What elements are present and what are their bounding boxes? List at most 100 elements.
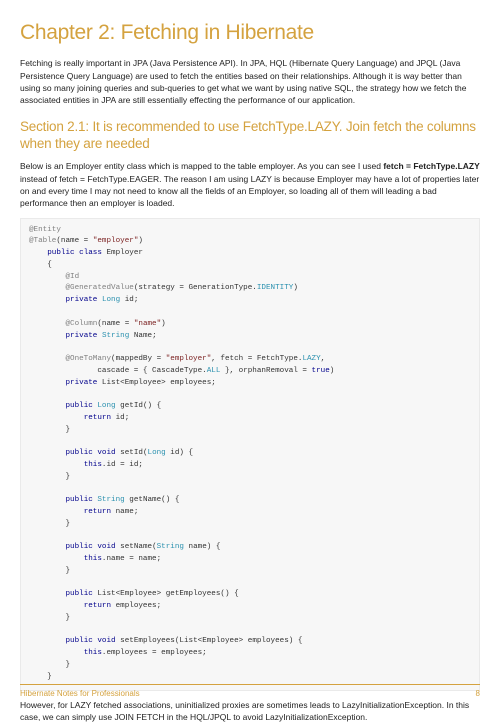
code-token: public	[65, 590, 92, 598]
code-token	[29, 637, 65, 645]
code-token: (name =	[97, 320, 133, 328]
code-line: @Entity	[29, 226, 61, 234]
code-line: }	[29, 426, 70, 434]
code-token	[29, 402, 65, 410]
section-intro-bold: fetch = FetchType.LAZY	[383, 161, 479, 171]
page-footer: Hibernate Notes for Professionals 8	[20, 684, 480, 699]
code-token: )	[161, 320, 166, 328]
code-token: @Column	[29, 320, 97, 328]
code-token: LAZY	[302, 355, 320, 363]
code-line: }	[29, 661, 70, 669]
code-token: void	[97, 449, 115, 457]
code-token: "employer"	[166, 355, 212, 363]
code-token: @OneToMany	[29, 355, 111, 363]
code-token: this	[84, 555, 102, 563]
chapter-title: Chapter 2: Fetching in Hibernate	[20, 18, 480, 47]
code-token	[29, 379, 65, 387]
code-line: }	[29, 567, 70, 575]
code-token	[29, 249, 47, 257]
code-token: return	[84, 414, 111, 422]
code-token: private	[65, 379, 97, 387]
code-token: public	[65, 402, 92, 410]
code-token: }, orphanRemoval =	[220, 367, 311, 375]
code-token: return	[84, 602, 111, 610]
code-token: name;	[111, 508, 138, 516]
code-token: .name = name;	[102, 555, 161, 563]
code-token: ,	[321, 355, 326, 363]
code-token	[29, 649, 84, 657]
code-token: Long	[102, 296, 120, 304]
section-intro-prefix: Below is an Employer entity class which …	[20, 161, 383, 171]
code-token: id) {	[166, 449, 193, 457]
code-token: private	[65, 332, 97, 340]
code-line: }	[29, 673, 52, 681]
code-token: getName() {	[125, 496, 180, 504]
code-token: "employer"	[93, 237, 139, 245]
code-token: public	[65, 449, 92, 457]
code-token: this	[84, 649, 102, 657]
code-token	[29, 555, 84, 563]
code-token	[29, 508, 84, 516]
code-token	[29, 496, 65, 504]
code-token: String	[157, 543, 184, 551]
code-token: .employees = employees;	[102, 649, 207, 657]
code-token: employees;	[111, 602, 161, 610]
code-token: public	[65, 637, 92, 645]
code-token: Employer	[102, 249, 143, 257]
code-token: void	[97, 543, 115, 551]
code-token: (mappedBy =	[111, 355, 166, 363]
code-token: "name"	[134, 320, 161, 328]
closing-paragraph: However, for LAZY fetched associations, …	[20, 699, 480, 723]
code-token: class	[79, 249, 102, 257]
code-token: private	[65, 296, 97, 304]
code-token	[29, 590, 65, 598]
code-token: setEmployees(List<Employee> employees) {	[116, 637, 303, 645]
code-token: (name =	[56, 237, 92, 245]
code-token: ALL	[207, 367, 221, 375]
code-block: @Entity @Table(name = "employer") public…	[20, 218, 480, 691]
code-token	[29, 414, 84, 422]
code-token	[29, 602, 84, 610]
code-token: this	[84, 461, 102, 469]
section-intro-suffix: instead of fetch = FetchType.EAGER. The …	[20, 174, 479, 209]
code-token: @Table	[29, 237, 56, 245]
footer-page-number: 8	[476, 688, 480, 699]
code-line: @Id	[29, 273, 79, 281]
code-token: )	[330, 367, 335, 375]
intro-paragraph: Fetching is really important in JPA (Jav…	[20, 57, 480, 106]
code-token: id;	[111, 414, 129, 422]
code-token: , fetch = FetchType.	[211, 355, 302, 363]
code-token: public	[47, 249, 74, 257]
code-line: {	[29, 261, 52, 269]
section-intro: Below is an Employer entity class which …	[20, 160, 480, 209]
code-token: getId() {	[116, 402, 162, 410]
code-token: (strategy = GenerationType.	[134, 284, 257, 292]
code-line: }	[29, 614, 70, 622]
section-title: Section 2.1: It is recommended to use Fe…	[20, 119, 480, 153]
code-token: IDENTITY	[257, 284, 293, 292]
code-token: return	[84, 508, 111, 516]
code-token: id;	[120, 296, 138, 304]
code-token: setName(	[116, 543, 157, 551]
code-token: .id = id;	[102, 461, 143, 469]
code-token: String	[102, 332, 129, 340]
code-token	[29, 449, 65, 457]
code-token: Long	[148, 449, 166, 457]
code-token: String	[97, 496, 124, 504]
code-token: public	[65, 543, 92, 551]
code-line: }	[29, 473, 70, 481]
code-token	[29, 332, 65, 340]
code-token	[29, 296, 65, 304]
footer-left: Hibernate Notes for Professionals	[20, 688, 140, 699]
code-token: Name;	[129, 332, 156, 340]
code-token: public	[65, 496, 92, 504]
code-token: List<Employee> getEmployees() {	[93, 590, 239, 598]
code-token: name) {	[184, 543, 220, 551]
code-token: )	[138, 237, 143, 245]
code-token: )	[293, 284, 298, 292]
code-token: List<Employee> employees;	[97, 379, 215, 387]
code-token	[29, 543, 65, 551]
code-token: cascade = { CascadeType.	[29, 367, 207, 375]
code-token: Long	[97, 402, 115, 410]
code-token: @GeneratedValue	[29, 284, 134, 292]
